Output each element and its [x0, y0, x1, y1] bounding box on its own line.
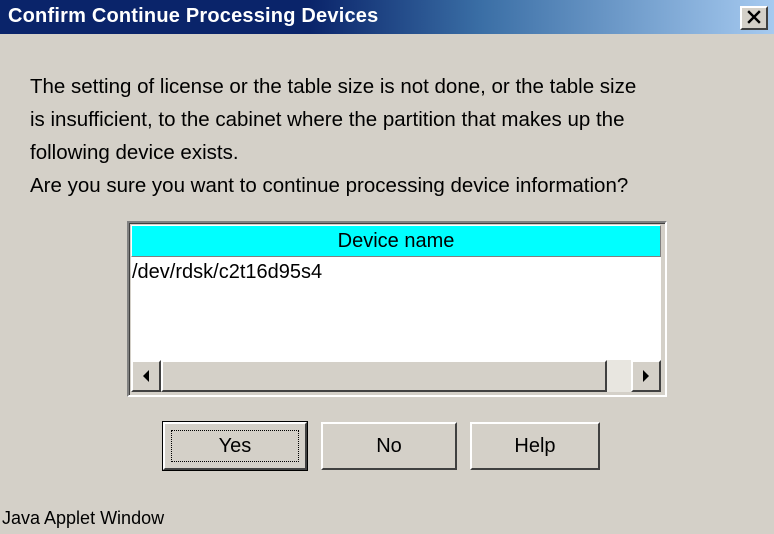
window-title: Confirm Continue Processing Devices	[8, 5, 379, 27]
scrollbar-thumb[interactable]	[161, 360, 607, 392]
confirmation-message: The setting of license or the table size…	[30, 70, 770, 202]
device-table: Device name /dev/rdsk/c2t16d95s4	[127, 221, 667, 397]
scroll-right-button[interactable]	[631, 360, 661, 392]
focus-indicator	[171, 430, 299, 462]
close-button[interactable]	[740, 6, 768, 30]
close-icon-glyph	[747, 10, 761, 24]
table-row[interactable]: /dev/rdsk/c2t16d95s4	[131, 257, 661, 287]
message-line: Are you sure you want to continue proces…	[30, 174, 629, 197]
arrow-left-icon	[143, 370, 149, 382]
applet-window-status: Java Applet Window	[2, 508, 165, 528]
column-header-device-name[interactable]: Device name	[131, 225, 661, 257]
help-button[interactable]: Help	[470, 422, 600, 470]
title-bar[interactable]: Confirm Continue Processing Devices	[0, 0, 774, 34]
message-line: The setting of license or the table size…	[30, 75, 637, 98]
device-list: /dev/rdsk/c2t16d95s4	[131, 257, 661, 360]
no-button[interactable]: No	[321, 422, 457, 470]
message-line: following device exists.	[30, 141, 239, 164]
no-button-label: No	[376, 434, 402, 457]
help-button-label: Help	[514, 434, 556, 457]
scroll-left-button[interactable]	[131, 360, 161, 392]
close-icon	[747, 8, 761, 28]
yes-button[interactable]: Yes	[162, 421, 308, 471]
message-line: is insufficient, to the cabinet where th…	[30, 108, 625, 131]
arrow-right-icon	[643, 370, 649, 382]
horizontal-scrollbar[interactable]	[131, 360, 661, 392]
